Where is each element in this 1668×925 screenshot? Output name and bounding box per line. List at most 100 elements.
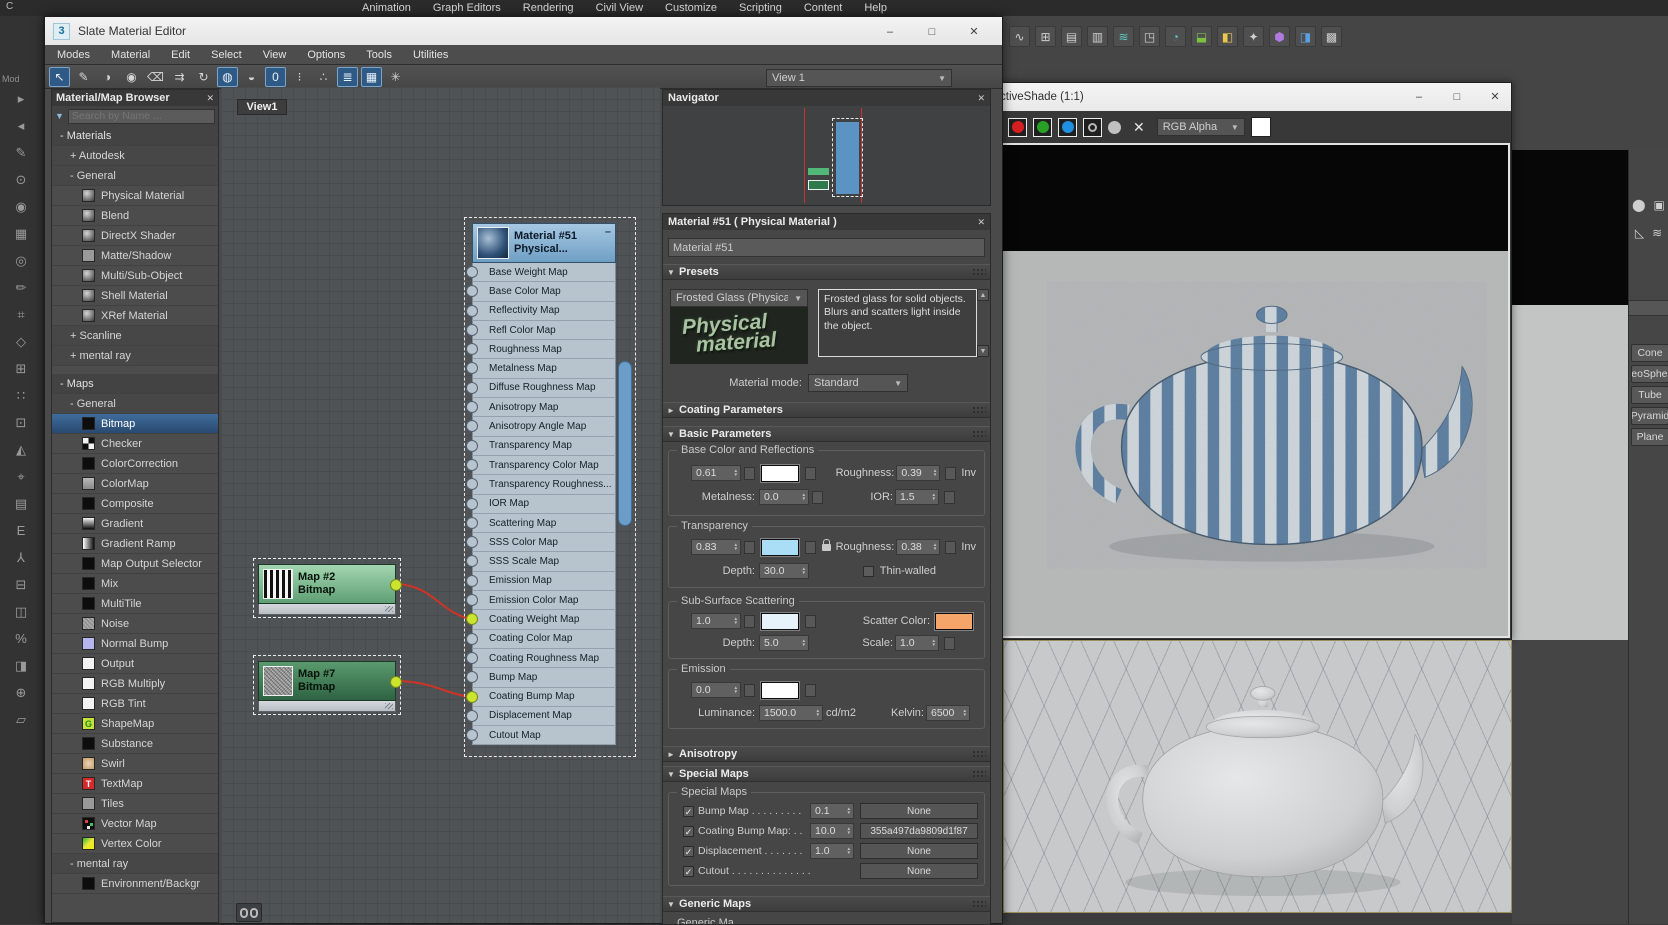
browser-header[interactable]: Material/Map Browser ✕ xyxy=(52,90,218,106)
slate-toolbar-icon[interactable]: ▦ xyxy=(361,66,382,87)
roughness-spinner[interactable]: 0.39 ▲ ▼ xyxy=(896,465,941,481)
map-button[interactable] xyxy=(805,614,816,628)
transparency-roughness-spinner[interactable]: 0.38 ▲ ▼ xyxy=(896,539,941,555)
material-map-slot[interactable]: Refl Color Map xyxy=(466,320,616,341)
alpha-channel-toggle[interactable] xyxy=(1108,120,1121,134)
rollout-presets[interactable]: ▼ Presets xyxy=(663,264,990,280)
map-button[interactable] xyxy=(805,683,816,697)
map2-node[interactable]: Map #2 Bitmap xyxy=(258,564,402,615)
input-socket[interactable] xyxy=(466,323,478,336)
input-socket[interactable] xyxy=(466,285,478,298)
create-object-button[interactable]: Plane xyxy=(1631,428,1668,446)
left-toolbar-icon[interactable]: ⊟ xyxy=(8,572,34,599)
material-map-slot[interactable]: Emission Map xyxy=(466,571,616,592)
depth-spinner[interactable]: 30.0 ▲ ▼ xyxy=(759,563,809,579)
map-button[interactable] xyxy=(945,540,957,554)
left-toolbar-icon[interactable]: ⊙ xyxy=(8,167,34,194)
minimize-button[interactable]: – xyxy=(876,22,904,41)
background-color-swatch[interactable] xyxy=(1250,117,1271,137)
browser-row[interactable]: - Maps xyxy=(52,374,218,394)
command-panel-tab-icon[interactable]: ⬤ xyxy=(1632,198,1645,212)
browser-row[interactable]: Gradient xyxy=(52,514,218,534)
input-socket[interactable] xyxy=(466,478,478,491)
output-socket[interactable] xyxy=(390,676,402,688)
slate-menu-item[interactable]: Modes xyxy=(57,49,90,61)
input-socket[interactable] xyxy=(466,651,478,664)
node-view[interactable]: View1 Material #51 Physical... – Base We… xyxy=(221,87,660,923)
browser-row[interactable]: DirectX Shader xyxy=(52,226,218,246)
browser-row[interactable]: ColorMap xyxy=(52,474,218,494)
browser-row[interactable]: - Materials xyxy=(52,126,218,146)
input-socket[interactable] xyxy=(466,304,478,317)
transparency-color-swatch[interactable] xyxy=(761,538,799,556)
left-toolbar-icon[interactable]: ◫ xyxy=(8,599,34,626)
minimize-button[interactable]: – xyxy=(1405,87,1433,106)
mono-channel-toggle[interactable] xyxy=(1083,117,1102,137)
browser-row[interactable]: Multi/Sub-Object xyxy=(52,266,218,286)
activeshade-titlebar[interactable]: ctiveShade (1:1) – □ ✕ xyxy=(996,83,1511,111)
main-menu-item[interactable]: Graph Editors xyxy=(433,2,501,14)
browser-row[interactable]: Vector Map xyxy=(52,814,218,834)
material-map-slot[interactable]: Reflectivity Map xyxy=(466,301,616,321)
slate-toolbar-icon[interactable]: ⇉ xyxy=(169,67,190,87)
input-socket[interactable] xyxy=(466,632,478,645)
map7-node[interactable]: Map #7 Bitmap xyxy=(258,661,402,712)
preset-dropdown[interactable]: Frosted Glass (Physical ▼ xyxy=(670,289,808,307)
input-socket[interactable] xyxy=(466,516,478,529)
left-toolbar-icon[interactable]: ◨ xyxy=(8,653,34,680)
input-socket[interactable] xyxy=(466,401,478,414)
slate-titlebar[interactable]: 3 Slate Material Editor – □ ✕ xyxy=(45,17,1002,45)
create-object-button[interactable]: Cone xyxy=(1631,344,1668,362)
metalness-spinner[interactable]: 0.0 ▲ ▼ xyxy=(759,489,809,505)
material-map-slot[interactable]: Displacement Map xyxy=(466,706,616,727)
view-selector-dropdown[interactable]: View 1 ▼ xyxy=(766,69,952,87)
material-map-slot[interactable]: Transparency Roughness... xyxy=(466,475,616,495)
red-channel-toggle[interactable] xyxy=(1008,117,1027,137)
left-toolbar-icon[interactable]: E xyxy=(8,518,34,545)
sss-color-swatch[interactable] xyxy=(761,612,799,630)
map-button[interactable] xyxy=(945,466,957,480)
main-menu-item[interactable]: Animation xyxy=(362,2,411,14)
thin-walled-checkbox[interactable] xyxy=(862,565,874,577)
browser-row[interactable]: - General xyxy=(52,166,218,186)
browser-row[interactable]: - General xyxy=(52,394,218,414)
map-enable-checkbox[interactable]: ✓ xyxy=(683,805,694,817)
maximize-button[interactable]: □ xyxy=(1443,87,1471,106)
map-slot-button[interactable]: 355a497da9809d1f87 xyxy=(860,823,978,839)
browser-row[interactable]: Physical Material xyxy=(52,186,218,206)
map-slot-button[interactable]: None xyxy=(860,803,978,819)
material-name-field[interactable]: Material #51 xyxy=(668,238,985,257)
scroll-up-icon[interactable]: ▲ xyxy=(977,289,989,301)
input-socket[interactable] xyxy=(466,574,478,587)
slate-toolbar-icon[interactable]: ⁝ xyxy=(289,67,310,87)
navigator-header[interactable]: Navigator ✕ xyxy=(663,90,990,106)
material-map-slot[interactable]: Cutout Map xyxy=(466,726,616,746)
input-socket[interactable] xyxy=(466,709,478,722)
slate-toolbar-icon[interactable]: ◉ xyxy=(121,67,142,87)
browser-row[interactable]: Output xyxy=(52,654,218,674)
left-toolbar-icon[interactable]: ◇ xyxy=(8,329,34,356)
rollout-coating-parameters[interactable]: ► Coating Parameters xyxy=(663,402,990,418)
map-button[interactable] xyxy=(805,466,816,480)
node-scroll-indicator[interactable] xyxy=(618,361,632,526)
map-button[interactable] xyxy=(744,540,755,554)
browser-row[interactable]: Composite xyxy=(52,494,218,514)
create-object-button[interactable]: Tube xyxy=(1631,386,1668,404)
main-toolbar-icon[interactable]: ⬓ xyxy=(1191,26,1212,47)
material-map-slot[interactable]: Emission Color Map xyxy=(466,591,616,611)
material-map-slot[interactable]: Base Weight Map xyxy=(466,263,616,283)
ior-spinner[interactable]: 1.5 ▲ ▼ xyxy=(895,489,939,505)
main-toolbar-icon[interactable]: ∿ xyxy=(1009,26,1030,47)
material-map-slot[interactable]: Coating Color Map xyxy=(466,629,616,649)
browser-row[interactable]: - mental ray xyxy=(52,854,218,874)
emission-color-swatch[interactable] xyxy=(761,681,799,699)
slate-toolbar-icon[interactable]: ∴ xyxy=(313,67,334,87)
left-toolbar-icon[interactable]: ⅄ xyxy=(8,545,34,572)
material-map-slot[interactable]: SSS Scale Map xyxy=(466,552,616,572)
material-map-slot[interactable]: Metalness Map xyxy=(466,359,616,379)
main-menu-item[interactable]: Customize xyxy=(665,2,717,14)
slate-menu-item[interactable]: Select xyxy=(211,49,242,61)
main-menu-item[interactable]: Scripting xyxy=(739,2,782,14)
map-amount-spinner[interactable]: 10.0 ▲ ▼ xyxy=(810,823,854,839)
left-toolbar-icon[interactable]: ◭ xyxy=(8,437,34,464)
